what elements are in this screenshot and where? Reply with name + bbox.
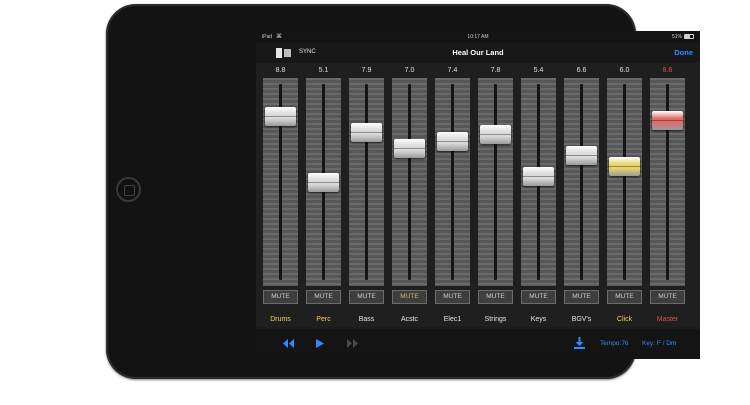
fader-slot — [408, 84, 411, 280]
channel-level: 6.6 — [576, 67, 587, 74]
fader-slot — [451, 84, 454, 280]
fast-forward-icon[interactable] — [347, 339, 358, 348]
channel-strip: 7.4 MUTE Elec1 — [433, 63, 472, 327]
nav-bar: SYNC Heal Our Land Done — [256, 43, 700, 63]
channel-name[interactable]: Drums — [261, 316, 300, 323]
channel-level: 7.8 — [490, 67, 501, 74]
fader-slot — [365, 84, 368, 280]
fader-knob[interactable] — [437, 132, 468, 151]
mute-button[interactable]: MUTE — [564, 290, 599, 304]
done-button[interactable]: Done — [674, 48, 693, 57]
channel-name[interactable]: Click — [605, 316, 644, 323]
song-title: Heal Our Land — [452, 48, 504, 57]
fader-track[interactable] — [564, 78, 599, 286]
fader-track[interactable] — [263, 78, 298, 286]
channel-level: 5.4 — [533, 67, 544, 74]
fader-track[interactable] — [521, 78, 556, 286]
play-icon[interactable] — [316, 339, 324, 348]
fader-knob[interactable] — [308, 173, 339, 192]
mute-button[interactable]: MUTE — [650, 290, 685, 304]
channel-strip: 8.6 MUTE Master — [648, 63, 687, 327]
fader-track[interactable] — [349, 78, 384, 286]
channel-strip: 6.6 MUTE BGV's — [562, 63, 601, 327]
fader-knob[interactable] — [265, 107, 296, 126]
fader-knob[interactable] — [394, 139, 425, 158]
fader-track[interactable] — [306, 78, 341, 286]
fader-knob[interactable] — [351, 123, 382, 142]
channel-level: 7.0 — [404, 67, 415, 74]
mute-button[interactable]: MUTE — [478, 290, 513, 304]
tempo-label[interactable]: Tempo:76 — [600, 340, 629, 347]
channel-strip: 6.0 MUTE Click — [605, 63, 644, 327]
mute-button[interactable]: MUTE — [392, 290, 427, 304]
mute-button[interactable]: MUTE — [349, 290, 384, 304]
channel-name[interactable]: Bass — [347, 316, 386, 323]
ipad-device: iPad ⌘ 10:17 AM 51% SYNC Heal Our Land D… — [106, 4, 700, 379]
fader-track[interactable] — [392, 78, 427, 286]
battery-icon — [684, 34, 694, 39]
fader-slot — [494, 84, 497, 280]
key-label[interactable]: Key: F / Dm — [642, 340, 676, 347]
channel-name[interactable]: Acstc — [390, 316, 429, 323]
fader-slot — [580, 84, 583, 280]
download-icon[interactable] — [574, 337, 585, 349]
fader-knob[interactable] — [609, 157, 640, 176]
mute-button[interactable]: MUTE — [306, 290, 341, 304]
channel-name[interactable]: Keys — [519, 316, 558, 323]
mute-button[interactable]: MUTE — [435, 290, 470, 304]
status-bar: iPad ⌘ 10:17 AM 51% — [256, 31, 700, 43]
mixer-panel: 8.8 MUTE Drums 5.1 MUTE Perc 7.9 MUTE Bass 7.0 MUT… — [256, 63, 700, 327]
rewind-icon[interactable] — [283, 339, 294, 348]
channel-level: 7.4 — [447, 67, 458, 74]
channel-level: 5.1 — [318, 67, 329, 74]
channel-level: 8.8 — [275, 67, 286, 74]
fader-track[interactable] — [435, 78, 470, 286]
channel-level: 8.6 — [662, 67, 673, 74]
channel-name[interactable]: Master — [648, 316, 687, 323]
mute-button[interactable]: MUTE — [607, 290, 642, 304]
fader-track[interactable] — [478, 78, 513, 286]
channel-strip: 7.0 MUTE Acstc — [390, 63, 429, 327]
home-button[interactable] — [116, 177, 141, 202]
battery-percent: 51% — [671, 34, 682, 40]
fader-track[interactable] — [607, 78, 642, 286]
app-screen: iPad ⌘ 10:17 AM 51% SYNC Heal Our Land D… — [256, 31, 700, 359]
mute-button[interactable]: MUTE — [521, 290, 556, 304]
channel-strip: 5.1 MUTE Perc — [304, 63, 343, 327]
channel-strip: 5.4 MUTE Keys — [519, 63, 558, 327]
fader-knob[interactable] — [566, 146, 597, 165]
channel-name[interactable]: Strings — [476, 316, 515, 323]
channel-level: 6.0 — [619, 67, 630, 74]
channel-name[interactable]: BGV's — [562, 316, 601, 323]
fader-track[interactable] — [650, 78, 685, 286]
fader-knob[interactable] — [652, 111, 683, 130]
channel-strip: 7.9 MUTE Bass — [347, 63, 386, 327]
fader-knob[interactable] — [523, 167, 554, 186]
channel-name[interactable]: Elec1 — [433, 316, 472, 323]
status-time: 10:17 AM — [467, 34, 489, 40]
channel-level: 7.9 — [361, 67, 372, 74]
channel-strip: 7.8 MUTE Strings — [476, 63, 515, 327]
channel-strip: 8.8 MUTE Drums — [261, 63, 300, 327]
fader-slot — [623, 84, 626, 280]
mute-button[interactable]: MUTE — [263, 290, 298, 304]
channel-name[interactable]: Perc — [304, 316, 343, 323]
fader-knob[interactable] — [480, 125, 511, 144]
transport-bar: Tempo:76 Key: F / Dm — [256, 329, 700, 359]
